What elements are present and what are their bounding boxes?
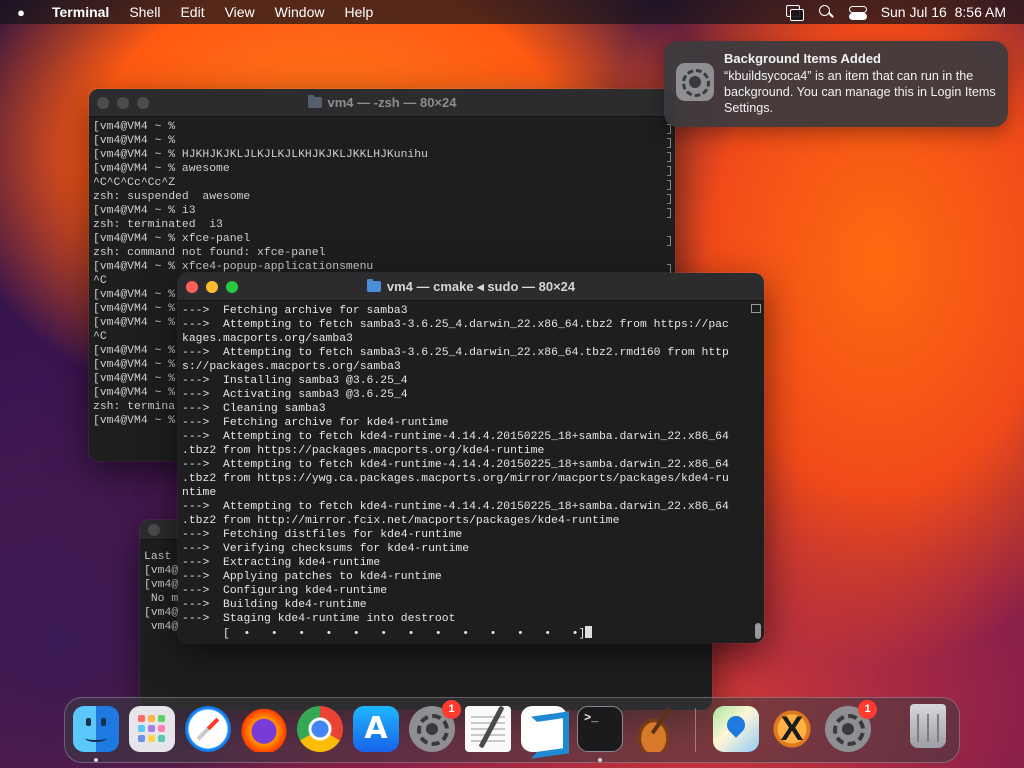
terminal-line: [vm4@VM4 ~ % HJKHJKJKLJLKJLKJLKHJKJKLJKK… [93, 149, 428, 161]
close-button[interactable] [148, 523, 160, 536]
line-wrap-marker [667, 208, 671, 218]
terminal-line: ---> Attempting to fetch samba3-3.6.25_4… [182, 319, 729, 331]
system-settings-icon[interactable]: 1 [825, 700, 877, 752]
terminal-line: ---> Fetching distfiles for kde4-runtime [182, 529, 463, 541]
trash-icon[interactable] [910, 704, 946, 748]
line-wrap-marker [667, 138, 671, 148]
window-titlebar[interactable]: vm4 — -zsh — 80×24 [89, 89, 675, 117]
menu-bar: ● Terminal Shell Edit View Window Help S… [0, 0, 1024, 24]
window-controls [140, 523, 160, 536]
garageband-icon[interactable] [633, 706, 679, 752]
running-indicator [94, 758, 98, 762]
line-wrap-marker [667, 166, 671, 176]
terminal-line: zsh: command not found: xfce-panel [93, 247, 326, 259]
terminal-line: ---> Verifying checksums for kde4-runtim… [182, 543, 470, 555]
terminal-line: [vm4@VM4 ~ % awesome [93, 163, 230, 175]
menu-edit[interactable]: Edit [170, 4, 214, 20]
launchpad-icon[interactable] [129, 706, 175, 752]
menu-app-name[interactable]: Terminal [42, 4, 119, 20]
terminal-line: ---> Attempting to fetch kde4-runtime-4.… [182, 431, 729, 443]
maps-icon[interactable] [713, 706, 759, 752]
window-titlebar[interactable]: vm4 — cmake ◂ sudo — 80×24 [178, 273, 764, 301]
terminal-line: ---> Attempting to fetch kde4-runtime-4.… [182, 459, 729, 471]
folder-icon [307, 95, 322, 108]
notification-title: Background Items Added [724, 51, 881, 66]
terminal-line: [vm4@VM4 ~ % [93, 135, 176, 147]
terminal-line: [vm4@VM4 ~ % i3 [93, 205, 196, 217]
terminal-line: zsh: terminated i3 [93, 219, 223, 231]
terminal-line: ---> Fetching archive for kde4-runtime [182, 417, 449, 429]
menu-help[interactable]: Help [334, 4, 383, 20]
finder-icon[interactable] [73, 706, 119, 752]
line-wrap-marker [667, 236, 671, 246]
terminal-line: .tbz2 from https://packages.macports.org… [182, 445, 545, 457]
dock-divider [695, 708, 696, 752]
split-pane-icon[interactable] [751, 304, 761, 313]
running-indicator [598, 758, 602, 762]
spotlight-search-icon[interactable] [817, 5, 835, 19]
notification-content: Background Items Added “kbuildsycoca4” i… [724, 51, 996, 117]
terminal-line: ---> Building kde4-runtime [182, 599, 367, 611]
terminal-line: ---> Cleaning samba3 [182, 403, 326, 415]
system-settings-icon[interactable]: 1 [409, 700, 461, 752]
terminal-window-cmake[interactable]: vm4 — cmake ◂ sudo — 80×24 ---> Fetching… [178, 273, 764, 643]
terminal-line: ---> Staging kde4-runtime into destroot [182, 613, 456, 625]
system-settings-gear-icon [676, 63, 714, 101]
text-cursor [585, 626, 593, 638]
menubar-clock[interactable]: Sun Jul 16 8:56 AM [881, 4, 1006, 20]
terminal-line: ^C^C^Cc^Cc^Z [93, 177, 176, 189]
window-title: vm4 — cmake ◂ sudo — 80×24 [178, 279, 764, 295]
firefox-icon[interactable] [241, 706, 287, 752]
terminal-output[interactable]: ---> Fetching archive for samba3 ---> Att… [178, 301, 764, 643]
window-title-text: vm4 — cmake ◂ sudo — 80×24 [386, 278, 576, 294]
terminal-line: zsh: suspended awesome [93, 191, 251, 203]
notification-badge: 1 [442, 700, 461, 719]
line-wrap-marker [667, 152, 671, 162]
chrome-icon[interactable] [297, 706, 343, 752]
terminal-line: .tbz2 from https://ywg.ca.packages.macpo… [182, 473, 729, 485]
terminal-line: ---> Installing samba3 @3.6.25_4 [182, 375, 408, 387]
screen-mirroring-icon[interactable] [785, 5, 804, 21]
line-wrap-marker [667, 180, 671, 190]
terminal-line: ntime [182, 487, 217, 499]
terminal-line: ---> Applying patches to kde4-runtime [182, 571, 442, 583]
progress-indicator: [ • • • • • • • • • • • • •] [182, 628, 586, 640]
line-wrap-marker [667, 124, 671, 134]
menu-view[interactable]: View [215, 4, 265, 20]
terminal-line: [vm4@VM4 ~ % [93, 121, 176, 133]
vscode-icon[interactable] [521, 706, 567, 752]
terminal-line: s://packages.macports.org/samba3 [182, 361, 401, 373]
terminal-icon[interactable] [577, 706, 623, 752]
safari-icon[interactable] [185, 706, 231, 752]
terminal-line: ---> Attempting to fetch kde4-runtime-4.… [182, 501, 729, 513]
terminal-line: ---> Configuring kde4-runtime [182, 585, 388, 597]
folder-icon [366, 279, 381, 292]
progress-line: [ • • • • • • • • • • • • •] [182, 626, 760, 640]
menu-window[interactable]: Window [265, 4, 335, 20]
window-title: vm4 — -zsh — 80×24 [89, 95, 675, 110]
window-title-text: vm4 — -zsh — 80×24 [327, 95, 457, 110]
terminal-line: [vm4@VM4 ~ % xfce-panel [93, 233, 251, 245]
xquartz-icon[interactable] [769, 706, 815, 752]
line-wrap-marker [667, 194, 671, 204]
terminal-line: ---> Activating samba3 @3.6.25_4 [182, 389, 408, 401]
terminal-line: ---> Fetching archive for samba3 [182, 305, 408, 317]
dock: 11 [64, 697, 960, 763]
notification-badge: 1 [858, 700, 877, 719]
scrollbar-thumb[interactable] [755, 623, 761, 639]
terminal-line: .tbz2 from http://mirror.fcix.net/macpor… [182, 515, 620, 527]
notification-banner[interactable]: Background Items Added “kbuildsycoca4” i… [664, 41, 1008, 127]
terminal-line: ---> Attempting to fetch samba3-3.6.25_4… [182, 347, 729, 359]
terminal-line: ---> Extracting kde4-runtime [182, 557, 381, 569]
terminal-line: [vm4@VM4 ~ % xfce4-popup-applicationsmen… [93, 261, 374, 273]
notification-body: “kbuildsycoca4” is an item that can run … [724, 69, 996, 115]
textedit-icon[interactable] [465, 706, 511, 752]
menu-shell[interactable]: Shell [119, 4, 170, 20]
terminal-line: kages.macports.org/samba3 [182, 333, 353, 345]
control-center-icon[interactable] [848, 5, 867, 20]
apple-menu-icon[interactable]: ● [0, 5, 42, 20]
app-store-icon[interactable] [353, 706, 399, 752]
